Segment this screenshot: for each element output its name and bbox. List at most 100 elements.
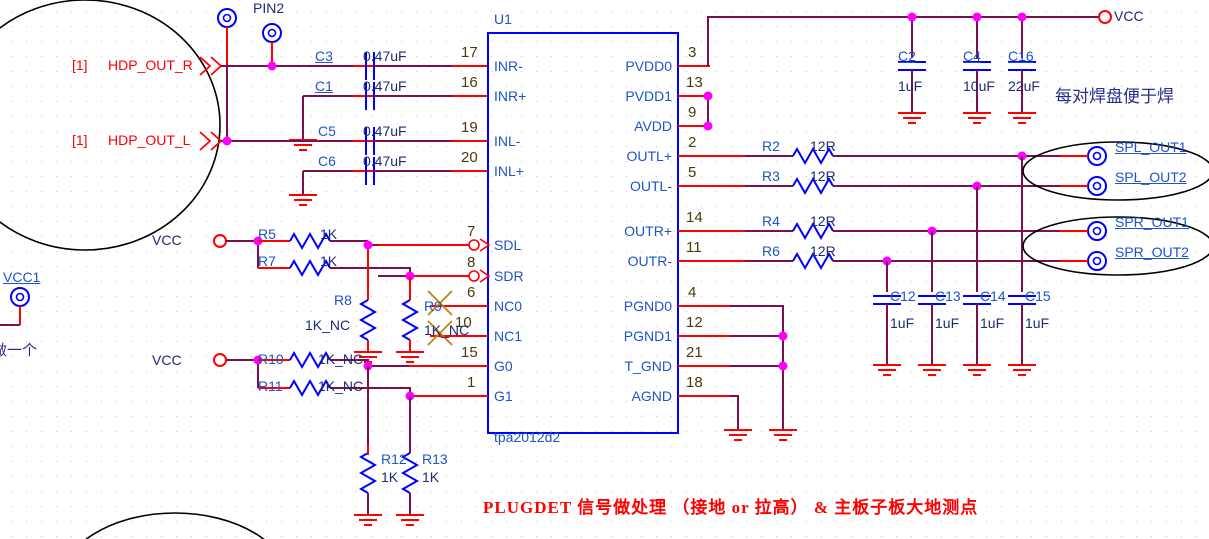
pin-name-sdr: SDR xyxy=(494,268,524,284)
pin-number-15: 15 xyxy=(461,344,478,361)
designator-c1[interactable]: C1 xyxy=(315,79,333,93)
pin-name-nc0: NC0 xyxy=(494,298,523,314)
designator-c12[interactable]: C12 xyxy=(890,289,916,303)
pin-name-sdl: SDL xyxy=(494,237,522,253)
pin-name-pgnd0: PGND0 xyxy=(623,298,672,314)
comment-u1: tpa2012d2 xyxy=(494,429,561,445)
value-c4: 10uF xyxy=(963,78,995,94)
pin-number-9: 9 xyxy=(688,104,697,121)
pin-name-t-gnd: T_GND xyxy=(624,358,672,374)
designator-c16[interactable]: C16 xyxy=(1008,49,1034,63)
sheet-entry-label-hdp-out-r[interactable]: HDP_OUT_R xyxy=(108,58,193,72)
designator-c14[interactable]: C14 xyxy=(980,289,1006,303)
value-r12: 1K xyxy=(381,469,399,485)
sheet-entry-label-hdp-out-l[interactable]: HDP_OUT_L xyxy=(108,133,190,147)
pin-name-inl-minus: INL- xyxy=(494,133,521,149)
pin-name-inl-plus: INL+ xyxy=(494,163,524,179)
note-left-make-one: 做一个 xyxy=(0,343,38,359)
value-c2: 1uF xyxy=(898,78,923,94)
pin-number-12: 12 xyxy=(686,314,703,331)
designator-c6[interactable]: C6 xyxy=(318,154,336,168)
pin-number-1: 1 xyxy=(467,374,476,391)
pin-number-20: 20 xyxy=(461,149,478,166)
net-label-vcc-rail: VCC xyxy=(1114,8,1144,24)
pin-number-17: 17 xyxy=(461,44,478,61)
value-r2: 12R xyxy=(810,138,836,154)
value-r13: 1K xyxy=(422,469,440,485)
designator-r5[interactable]: R5 xyxy=(258,227,276,241)
pin-number-21: 21 xyxy=(686,344,703,361)
pin-name-agnd: AGND xyxy=(631,388,672,404)
designator-c3[interactable]: C3 xyxy=(315,49,333,63)
pin-number-11: 11 xyxy=(686,239,702,256)
value-c14: 1uF xyxy=(980,315,1005,331)
value-c5: 0.47uF xyxy=(363,123,407,139)
designator-r7[interactable]: R7 xyxy=(258,254,276,268)
designator-c2[interactable]: C2 xyxy=(898,49,916,63)
sheet-entry-ref-hdp-out-l: [1] xyxy=(72,132,88,148)
designator-r13[interactable]: R13 xyxy=(422,452,448,466)
designator-r9[interactable]: R9 xyxy=(424,299,442,313)
designator-c15[interactable]: C15 xyxy=(1025,289,1051,303)
note-bottom-plugdet: PLUGDET 信号做处理 （接地 or 拉高） & 主板子板大地测点 xyxy=(483,498,979,517)
schematic-canvas: [1] HDP_OUT_R [1] HDP_OUT_L PIN2 VCC1 做一… xyxy=(0,0,1209,539)
port-label-vcc1[interactable]: VCC1 xyxy=(3,270,40,284)
port-label-spr-out1[interactable]: SPR_OUT1 xyxy=(1115,215,1189,229)
pin-number-18: 18 xyxy=(686,374,703,391)
pin-number-4: 4 xyxy=(688,284,697,301)
pin-name-inr-plus: INR+ xyxy=(494,88,527,104)
pin-name-g0: G0 xyxy=(494,358,513,374)
value-c3: 0.47uF xyxy=(363,48,407,64)
pin-number-14: 14 xyxy=(686,209,703,226)
value-r10: 1K_NC xyxy=(318,351,364,367)
pin-number-5: 5 xyxy=(688,164,697,181)
sheet-entry-ref-hdp-out-r: [1] xyxy=(72,57,88,73)
pin-name-outr-minus: OUTR- xyxy=(627,253,672,269)
pin-number-2: 2 xyxy=(688,134,697,151)
pin-number-8: 8 xyxy=(467,254,476,271)
value-r6: 12R xyxy=(810,243,836,259)
designator-r3[interactable]: R3 xyxy=(762,169,780,183)
designator-r8[interactable]: R8 xyxy=(334,293,352,307)
designator-r10[interactable]: R10 xyxy=(258,352,284,366)
value-c12: 1uF xyxy=(890,315,915,331)
pin-number-3: 3 xyxy=(688,44,697,61)
value-r9: 1K_NC xyxy=(424,322,470,338)
value-r4: 12R xyxy=(810,213,836,229)
designator-c4[interactable]: C4 xyxy=(963,49,981,63)
port-label-spl-out2[interactable]: SPL_OUT2 xyxy=(1115,170,1187,184)
port-label-spl-out1[interactable]: SPL_OUT1 xyxy=(1115,140,1187,154)
pin-name-inr-minus: INR- xyxy=(494,58,523,74)
designator-r11[interactable]: R11 xyxy=(258,379,283,393)
pin-number-16: 16 xyxy=(461,74,478,91)
pin-number-13: 13 xyxy=(686,74,703,91)
value-c1: 0.47uF xyxy=(363,78,407,94)
value-r7: 1K xyxy=(320,253,338,269)
pin-number-7: 7 xyxy=(467,223,476,240)
designator-r2[interactable]: R2 xyxy=(762,139,780,153)
net-label-vcc-sd: VCC xyxy=(152,232,182,248)
designator-r12[interactable]: R12 xyxy=(381,452,407,466)
pin-name-pvdd1: PVDD1 xyxy=(625,88,672,104)
value-r8: 1K_NC xyxy=(305,317,351,333)
designator-c5[interactable]: C5 xyxy=(318,124,336,138)
net-label-vcc-gain: VCC xyxy=(152,352,182,368)
value-r5: 1K xyxy=(320,226,338,242)
designator-r4[interactable]: R4 xyxy=(762,214,780,228)
value-c13: 1uF xyxy=(935,315,960,331)
value-r3: 12R xyxy=(810,168,836,184)
pin-name-nc1: NC1 xyxy=(494,328,523,344)
value-c15: 1uF xyxy=(1025,315,1050,331)
value-r11: 1K_NC xyxy=(318,378,364,394)
designator-r6[interactable]: R6 xyxy=(762,244,780,258)
pin-number-19: 19 xyxy=(461,119,478,136)
port-label-spr-out2[interactable]: SPR_OUT2 xyxy=(1115,245,1189,259)
pin-name-outl-minus: OUTL- xyxy=(630,178,672,194)
note-pad-pairs: 每对焊盘便于焊 xyxy=(1055,87,1174,106)
pin-name-outr-plus: OUTR+ xyxy=(624,223,672,239)
designator-u1[interactable]: U1 xyxy=(494,12,512,26)
pin-name-g1: G1 xyxy=(494,388,513,404)
pin-name-outl-plus: OUTL+ xyxy=(626,148,672,164)
designator-c13[interactable]: C13 xyxy=(935,289,961,303)
port-label-pin2[interactable]: PIN2 xyxy=(253,1,284,15)
